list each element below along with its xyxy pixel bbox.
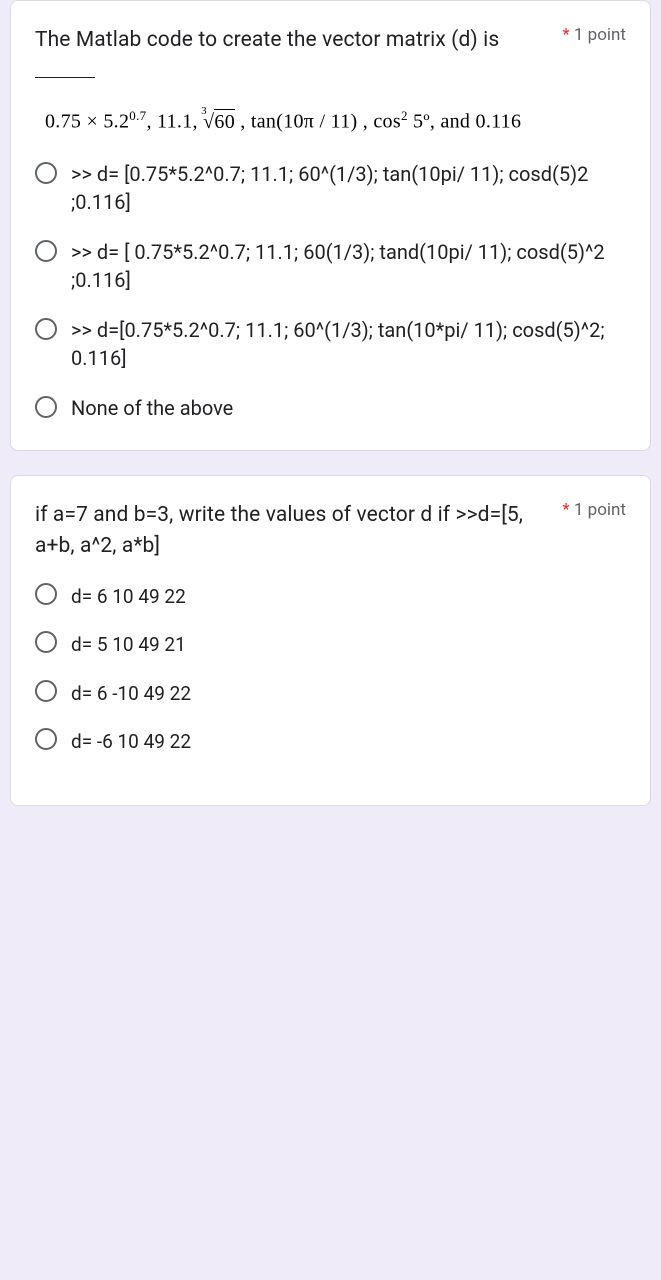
radio-icon <box>35 680 57 702</box>
question-card-1: The Matlab code to create the vector mat… <box>10 0 651 451</box>
question-text: The Matlab code to create the vector mat… <box>35 25 546 88</box>
formula-display: 0.75 × 5.20.7, 11.1, 3√60 , tan(10π / 11… <box>45 108 626 134</box>
option-2[interactable]: d= 5 10 49 21 <box>35 631 626 660</box>
radio-icon <box>35 631 57 653</box>
required-asterisk: * <box>562 500 569 520</box>
points-label: * 1 point <box>562 500 626 520</box>
question-card-2: if a=7 and b=3, write the values of vect… <box>10 475 651 806</box>
q2-line1: if a=7 and b=3, write the values <box>35 503 326 527</box>
question-header: if a=7 and b=3, write the values of vect… <box>35 500 626 563</box>
radio-icon <box>35 318 57 340</box>
option-text: d= -6 10 49 22 <box>71 728 191 757</box>
option-text: d= 6 -10 49 22 <box>71 680 191 709</box>
option-2[interactable]: >> d= [ 0.75*5.2^0.7; 11.1; 60(1/3); tan… <box>35 238 626 294</box>
radio-icon <box>35 583 57 605</box>
option-text: None of the above <box>71 394 233 422</box>
option-text: d= 6 10 49 22 <box>71 583 186 612</box>
option-4[interactable]: d= -6 10 49 22 <box>35 728 626 757</box>
option-4[interactable]: None of the above <box>35 394 626 422</box>
option-text: >> d=[0.75*5.2^0.7; 11.1; 60^(1/3); tan(… <box>71 316 626 372</box>
radio-icon <box>35 728 57 750</box>
option-1[interactable]: >> d= [0.75*5.2^0.7; 11.1; 60^(1/3); tan… <box>35 160 626 216</box>
option-text: >> d= [ 0.75*5.2^0.7; 11.1; 60(1/3); tan… <box>71 238 626 294</box>
radio-icon <box>35 162 57 184</box>
blank-line <box>35 77 95 78</box>
q2-line3: a^2, a*b] <box>80 534 160 558</box>
radio-icon <box>35 396 57 418</box>
points-value: 1 point <box>574 500 626 520</box>
points-label: * 1 point <box>562 25 626 45</box>
q1-line1: The Matlab code to create the <box>35 28 317 52</box>
option-text: d= 5 10 49 21 <box>71 631 186 660</box>
question-text: if a=7 and b=3, write the values of vect… <box>35 500 546 563</box>
question-header: The Matlab code to create the vector mat… <box>35 25 626 88</box>
points-value: 1 point <box>574 25 626 45</box>
option-text: >> d= [0.75*5.2^0.7; 11.1; 60^(1/3); tan… <box>71 160 626 216</box>
option-1[interactable]: d= 6 10 49 22 <box>35 583 626 612</box>
radio-icon <box>35 240 57 262</box>
option-3[interactable]: d= 6 -10 49 22 <box>35 680 626 709</box>
required-asterisk: * <box>562 25 569 45</box>
option-3[interactable]: >> d=[0.75*5.2^0.7; 11.1; 60^(1/3); tan(… <box>35 316 626 372</box>
